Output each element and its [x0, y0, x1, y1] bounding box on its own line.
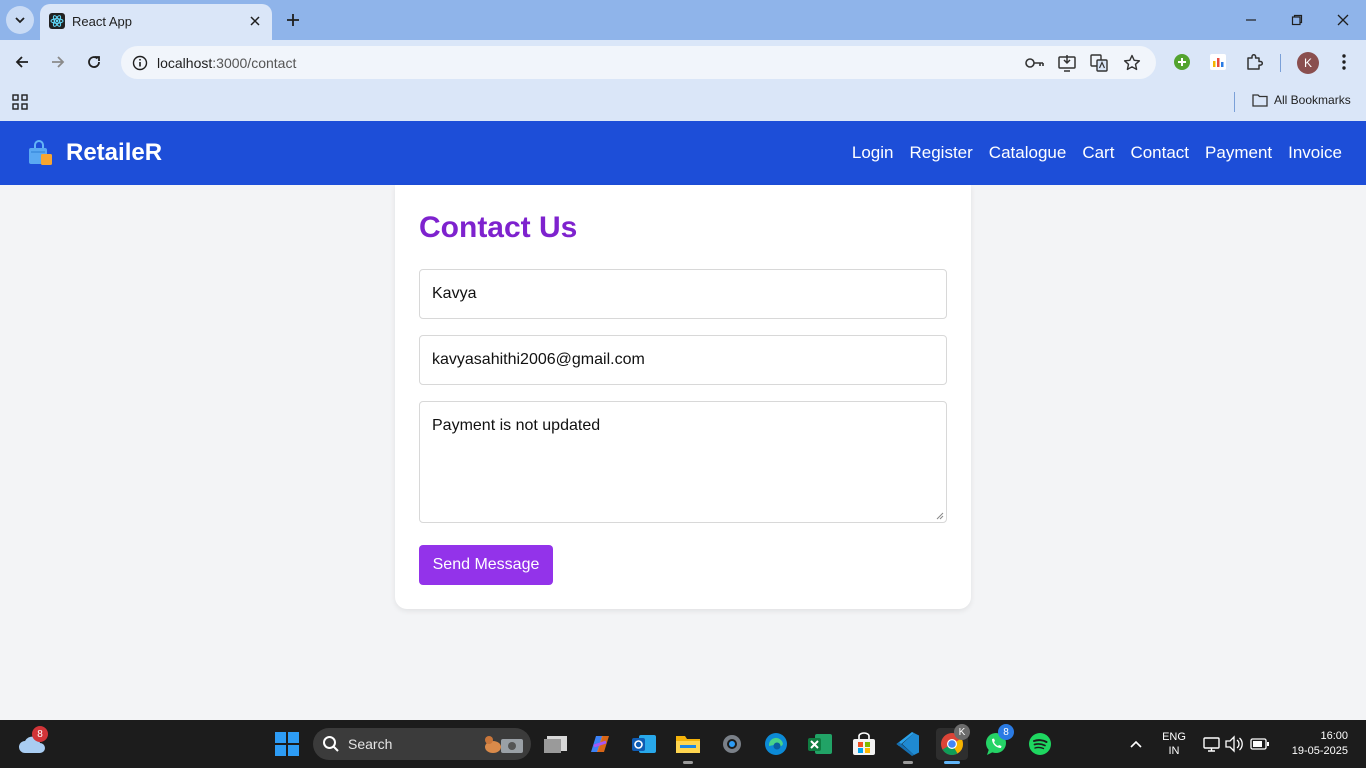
- close-tab-icon[interactable]: [246, 12, 264, 30]
- spotify-icon[interactable]: [1024, 728, 1056, 760]
- toolbar-divider: [1280, 54, 1281, 72]
- weather-widget[interactable]: 8: [16, 726, 48, 760]
- active-indicator: [944, 761, 960, 764]
- nav-catalogue[interactable]: Catalogue: [989, 143, 1067, 163]
- page-title: Contact Us: [419, 211, 578, 244]
- tab-title: React App: [72, 14, 132, 29]
- running-indicator: [683, 761, 693, 764]
- weather-badge: 8: [32, 726, 48, 742]
- bookmark-star-icon[interactable]: [1122, 53, 1142, 73]
- taskbar-search[interactable]: Search: [313, 728, 531, 760]
- resize-grip-icon[interactable]: [936, 512, 944, 520]
- tab-search-button[interactable]: [6, 6, 34, 34]
- nav-invoice[interactable]: Invoice: [1288, 143, 1342, 163]
- site-info-icon[interactable]: [129, 52, 150, 73]
- clock-time: 16:00: [1320, 730, 1348, 742]
- settings-icon[interactable]: [716, 728, 748, 760]
- message-textarea[interactable]: Payment is not updated: [419, 401, 947, 523]
- email-field[interactable]: kavyasahithi2006@gmail.com: [419, 335, 947, 385]
- nav-login[interactable]: Login: [852, 143, 894, 163]
- reload-button[interactable]: [81, 49, 107, 75]
- edge-icon[interactable]: [760, 728, 792, 760]
- search-icon: [323, 736, 339, 752]
- bookmarks-divider: [1234, 92, 1235, 112]
- brand-name: RetaileR: [66, 139, 163, 166]
- battery-icon[interactable]: [1244, 728, 1276, 760]
- url-host: localhost: [157, 55, 213, 71]
- all-bookmarks-label: All Bookmarks: [1274, 93, 1351, 107]
- search-highlight-icon: [485, 736, 523, 753]
- forward-button[interactable]: [45, 49, 71, 75]
- url-text[interactable]: localhost:3000/contact: [157, 55, 296, 71]
- send-message-button[interactable]: Send Message: [419, 545, 553, 585]
- nav-payment[interactable]: Payment: [1205, 143, 1272, 163]
- browser-tab-strip: React App: [0, 0, 1366, 40]
- search-label: Search: [348, 736, 393, 752]
- arrow-left-icon: [15, 56, 28, 68]
- minimize-button[interactable]: [1228, 0, 1274, 40]
- close-window-button[interactable]: [1320, 0, 1366, 40]
- folder-icon: [1252, 94, 1268, 107]
- windows-logo-icon: [275, 732, 299, 756]
- react-logo-icon: [49, 13, 65, 29]
- arrow-right-icon: [52, 56, 65, 68]
- excel-icon[interactable]: [804, 728, 836, 760]
- password-key-icon[interactable]: [1025, 53, 1045, 73]
- store-icon[interactable]: [848, 728, 880, 760]
- file-explorer-icon[interactable]: [672, 728, 704, 764]
- address-bar[interactable]: localhost:3000/contact: [121, 46, 1156, 79]
- extension-chart-icon[interactable]: [1207, 51, 1229, 73]
- task-view-icon[interactable]: [540, 728, 572, 760]
- profile-avatar[interactable]: K: [1297, 52, 1319, 74]
- apps-grid-icon[interactable]: [11, 93, 29, 111]
- chrome-profile-badge: K: [954, 724, 970, 740]
- chevron-down-icon: [15, 17, 25, 24]
- extension-green-icon[interactable]: [1171, 51, 1193, 73]
- chevron-up-icon[interactable]: [1120, 728, 1152, 760]
- whatsapp-badge: 8: [998, 724, 1014, 740]
- restore-button[interactable]: [1274, 0, 1320, 40]
- site-nav-links: Login Register Catalogue Cart Contact Pa…: [852, 143, 1342, 163]
- copilot-icon[interactable]: [584, 728, 616, 760]
- language-indicator[interactable]: ENG IN: [1158, 730, 1190, 758]
- contact-card: Contact Us Kavya kavyasahithi2006@gmail.…: [395, 185, 971, 609]
- new-tab-button[interactable]: [282, 9, 304, 31]
- vscode-icon[interactable]: [892, 728, 924, 764]
- translate-icon[interactable]: [1089, 53, 1109, 73]
- name-field[interactable]: Kavya: [419, 269, 947, 319]
- browser-menu-icon[interactable]: [1333, 51, 1355, 73]
- start-button[interactable]: [271, 728, 303, 760]
- system-clock[interactable]: 16:00 19-05-2025: [1292, 729, 1348, 759]
- shopping-bag-icon: [29, 140, 52, 165]
- running-indicator: [903, 761, 913, 764]
- lang-code: ENG: [1162, 731, 1186, 743]
- outlook-icon[interactable]: [628, 728, 660, 760]
- taskbar: 8 Search K 8 ENG IN 16:00 19-05-2025: [0, 720, 1366, 768]
- nav-cart[interactable]: Cart: [1082, 143, 1114, 163]
- chrome-icon[interactable]: K: [936, 724, 970, 764]
- all-bookmarks-button[interactable]: All Bookmarks: [1252, 93, 1351, 107]
- extensions-puzzle-icon[interactable]: [1243, 51, 1265, 73]
- message-text: Payment is not updated: [432, 417, 601, 434]
- reload-icon: [88, 56, 100, 68]
- install-app-icon[interactable]: [1057, 53, 1077, 73]
- url-path: :3000/contact: [212, 55, 297, 71]
- bookmarks-bar: All Bookmarks: [0, 85, 1366, 121]
- plus-icon: [287, 14, 299, 26]
- whatsapp-icon[interactable]: 8: [980, 724, 1014, 760]
- clock-date: 19-05-2025: [1291, 745, 1348, 757]
- lang-region: IN: [1168, 745, 1180, 757]
- browser-tab[interactable]: React App: [40, 4, 272, 40]
- site-navbar: RetaileR Login Register Catalogue Cart C…: [0, 121, 1366, 185]
- back-button[interactable]: [9, 49, 35, 75]
- browser-toolbar: localhost:3000/contact: [0, 40, 1366, 85]
- nav-contact[interactable]: Contact: [1130, 143, 1189, 163]
- nav-register[interactable]: Register: [909, 143, 972, 163]
- brand[interactable]: RetaileR: [28, 139, 162, 167]
